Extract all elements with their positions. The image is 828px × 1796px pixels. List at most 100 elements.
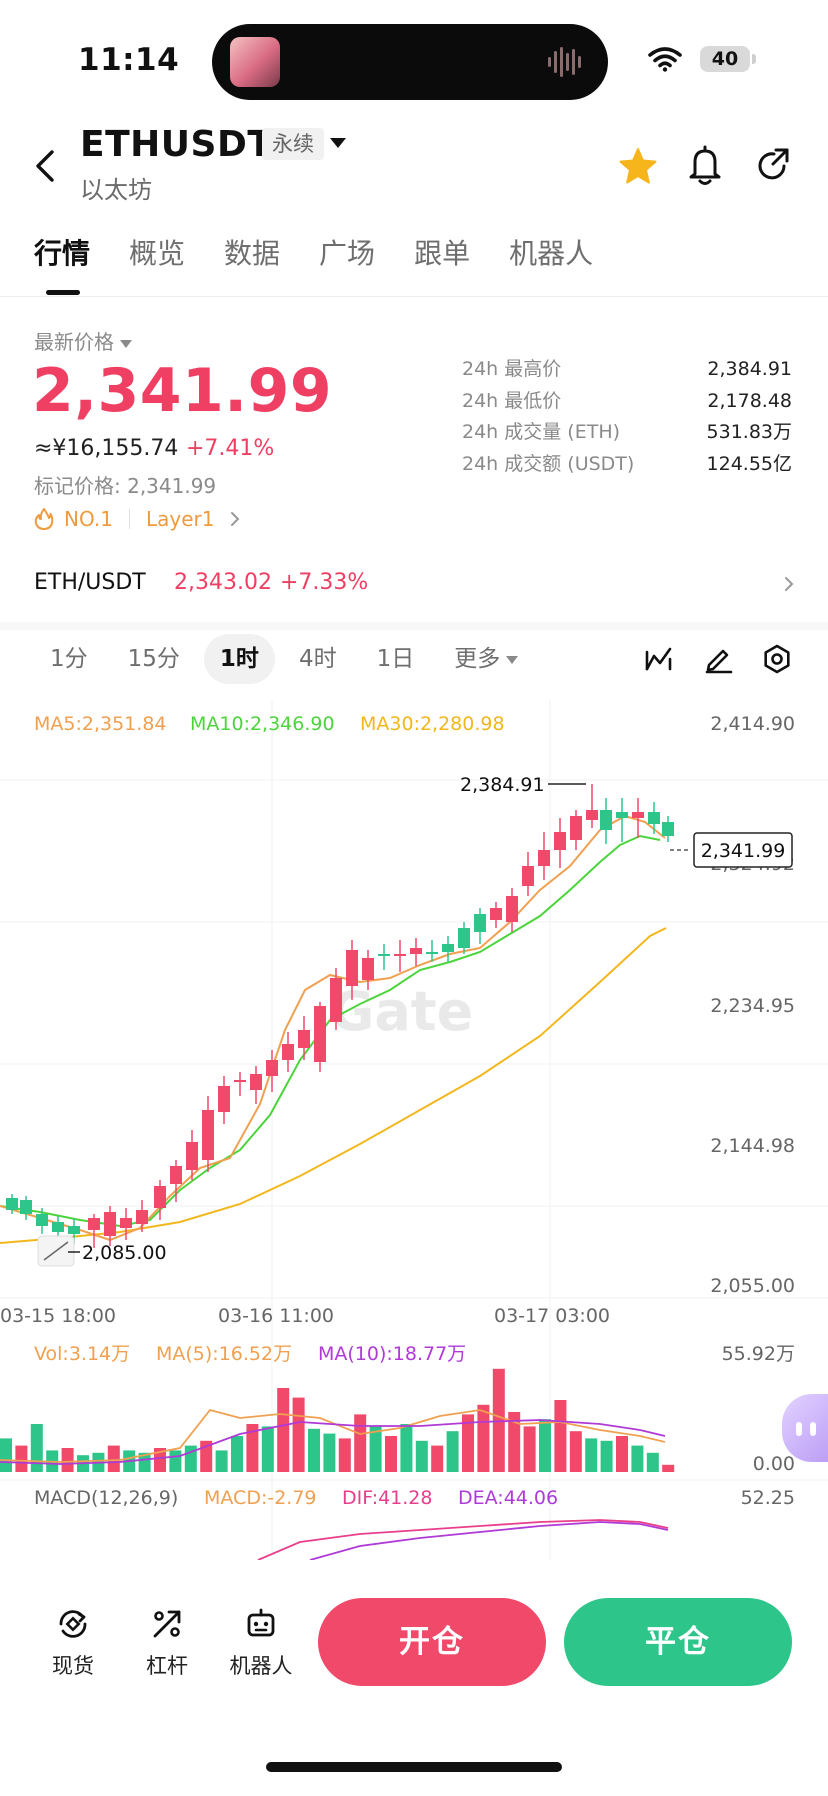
volume-bar: [446, 1431, 459, 1472]
close-position-button[interactable]: 平仓: [564, 1598, 792, 1686]
dif-value: DIF:41.28: [342, 1487, 432, 1509]
tab-market[interactable]: 行情: [34, 232, 90, 272]
time-axis-label: 03-15 18:00: [0, 1305, 116, 1327]
candle-body: [662, 822, 674, 836]
volume-bar: [261, 1426, 274, 1472]
tab-square[interactable]: 广场: [319, 232, 375, 272]
tab-bots[interactable]: 机器人: [509, 232, 593, 272]
open-position-button[interactable]: 开仓: [318, 1598, 546, 1686]
candle-body: [120, 1218, 132, 1228]
now-playing-artwork: [230, 37, 280, 87]
bell-icon[interactable]: [686, 144, 724, 186]
dea-value: DEA:44.06: [458, 1487, 558, 1509]
latest-price-selector[interactable]: 最新价格: [34, 326, 132, 355]
rank-tag: NO.1: [64, 507, 113, 531]
audio-wave-icon: [548, 46, 584, 78]
candle-body: [104, 1212, 116, 1236]
chart-settings-icon[interactable]: [762, 644, 792, 674]
candle-body: [616, 812, 628, 818]
volume-bar: [400, 1424, 413, 1472]
volume-bar: [30, 1424, 43, 1472]
spot-nav-label: 现货: [52, 1654, 94, 1678]
stat-row-turnover: 24h 成交额 (USDT) 124.55亿: [462, 449, 792, 481]
volume-bar: [415, 1440, 428, 1472]
interval-1h[interactable]: 1时: [203, 634, 275, 684]
interval-1d[interactable]: 1日: [361, 634, 431, 684]
pair-title[interactable]: ETHUSDT: [80, 124, 272, 165]
candle-body: [20, 1200, 32, 1214]
candlestick-chart[interactable]: Gate MA5:2,351.84 MA10:2,346.90 MA30:2,2…: [0, 700, 828, 1560]
candle-body: [538, 850, 550, 866]
ma10-legend: MA10:2,346.90: [190, 713, 335, 735]
candle-body: [394, 954, 406, 956]
last-price: 2,341.99: [32, 356, 333, 426]
indicator-icon[interactable]: [644, 644, 674, 674]
interval-15m[interactable]: 15分: [112, 634, 196, 684]
spot-pair-name: ETH/USDT: [34, 570, 146, 595]
candle-body: [522, 866, 534, 886]
stat-row-high: 24h 最高价 2,384.91: [462, 354, 792, 386]
high-price-label: 2,384.91: [460, 774, 545, 796]
stat-row-low: 24h 最低价 2,178.48: [462, 386, 792, 418]
pair-subtitle: 以太坊: [80, 176, 152, 204]
candle-body: [330, 978, 342, 1022]
time-axis-label: 03-17 03:00: [494, 1305, 610, 1327]
candle-body: [202, 1110, 214, 1160]
current-price-tag: 2,341.99: [701, 840, 786, 862]
back-arrow-icon[interactable]: [30, 146, 62, 186]
spot-price: 2,343.02: [174, 570, 272, 595]
pair-dropdown-icon[interactable]: [330, 138, 346, 148]
volume-ma5-legend: MA(5):16.52万: [156, 1343, 292, 1365]
dea-line: [309, 1521, 669, 1560]
low-price-label: 2,085.00: [82, 1242, 167, 1264]
spot-pair-row[interactable]: ETH/USDT 2,343.02 +7.33%: [34, 570, 794, 600]
candle-body: [234, 1080, 246, 1082]
divider: [0, 296, 828, 297]
bottom-action-bar: 现货 杠杆 机器人 开仓 平仓: [0, 1564, 828, 1796]
interval-4h[interactable]: 4时: [283, 634, 353, 684]
price-axis-label: 2,055.00: [710, 1275, 795, 1297]
volume-legend: Vol:3.14万: [34, 1343, 130, 1365]
latest-price-label: 最新价格: [34, 330, 114, 354]
interval-1m[interactable]: 1分: [34, 634, 104, 684]
draw-tool-icon[interactable]: [704, 644, 734, 674]
volume-bar: [308, 1428, 320, 1472]
chevron-right-icon: [231, 512, 240, 526]
candle-body: [442, 944, 454, 952]
status-time: 11:14: [78, 42, 180, 78]
bot-nav-button[interactable]: 机器人: [216, 1606, 306, 1680]
candle-body: [362, 958, 374, 980]
stat-label: 24h 成交额 (USDT): [462, 452, 635, 475]
tab-overview[interactable]: 概览: [129, 232, 185, 272]
candle-body: [600, 810, 612, 830]
section-divider: [0, 622, 828, 630]
favorite-star-icon[interactable]: [618, 146, 658, 186]
stat-value: 531.83万: [706, 421, 792, 443]
candle-body: [632, 812, 644, 818]
candle-body: [346, 950, 358, 986]
stat-label: 24h 最低价: [462, 389, 562, 412]
contract-type-badge[interactable]: 永续: [262, 128, 324, 160]
share-icon[interactable]: [754, 146, 792, 184]
candle-body: [314, 1006, 326, 1062]
candle-body: [88, 1218, 100, 1230]
active-tab-indicator: [46, 290, 80, 295]
price-axis-label: 2,144.98: [710, 1135, 795, 1157]
volume-ma10-legend: MA(10):18.77万: [318, 1343, 466, 1365]
leverage-nav-button[interactable]: 杠杆: [122, 1606, 212, 1680]
tab-data[interactable]: 数据: [224, 232, 280, 272]
tag-row[interactable]: NO.1 Layer1: [34, 504, 240, 534]
candle-body: [218, 1086, 230, 1112]
robot-icon: [247, 1608, 275, 1637]
spot-nav-button[interactable]: 现货: [28, 1606, 118, 1680]
assistant-bubble-icon[interactable]: [782, 1394, 828, 1462]
tab-copy-trading[interactable]: 跟单: [414, 232, 470, 272]
candle-body: [586, 810, 598, 820]
interval-more[interactable]: 更多: [438, 634, 534, 684]
volume-bar: [631, 1445, 644, 1472]
price-axis-label: 2,414.90: [710, 713, 795, 735]
candle-body: [458, 928, 470, 948]
volume-bar: [323, 1433, 336, 1472]
mark-price: 标记价格: 2,341.99: [34, 474, 217, 498]
dynamic-island: [212, 24, 608, 100]
